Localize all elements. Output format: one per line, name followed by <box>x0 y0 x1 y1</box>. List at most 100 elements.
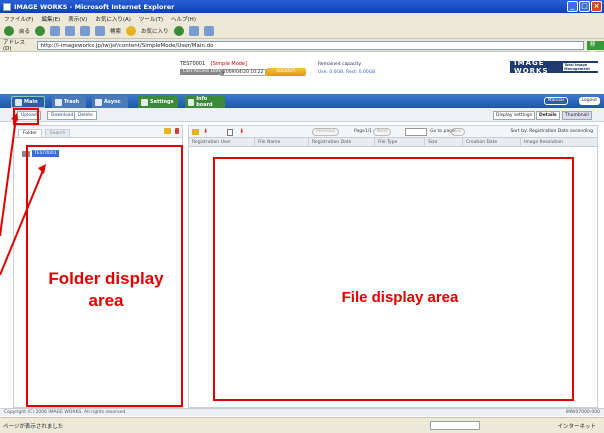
folder-pane-tabs: Folder Search <box>14 126 182 138</box>
stop-icon[interactable] <box>50 26 61 36</box>
settings-icon <box>141 98 148 106</box>
imageworks-logo: IMAGE WORKS Total Image Management <box>510 59 598 75</box>
folder-arrow-icon[interactable] <box>175 128 179 134</box>
menu-view[interactable]: 表示(V) <box>68 15 87 23</box>
trash-icon <box>55 98 62 106</box>
file-toolbar: ⬇ ⬇ Previous Page1/1 Next Go to page Go … <box>189 126 597 138</box>
menu-favorites[interactable]: お気に入り(A) <box>95 15 131 23</box>
favorites-icon[interactable] <box>126 26 137 36</box>
tab-search[interactable]: Search <box>44 129 71 137</box>
manual-button[interactable]: Manual <box>543 97 568 105</box>
last-access-value: 2009/04/20 10:22 <box>220 69 267 76</box>
go-button[interactable]: 移動 <box>587 40 604 57</box>
last-access-label: Last Access Date <box>180 69 225 75</box>
display-settings-button[interactable]: Display settings <box>493 111 535 120</box>
address-bar: アドレス(D) http://i-imageworks.jp/iw/jsf/co… <box>0 39 604 57</box>
tab-info-board[interactable]: Info board <box>185 96 225 108</box>
capacity-title: Remained capacity <box>318 62 361 67</box>
menu-help[interactable]: ヘルプ(H) <box>171 15 196 23</box>
logo-tag: Total Image Management <box>563 63 598 71</box>
window-titlebar: IMAGE WORKS - Microsoft Internet Explore… <box>0 0 604 13</box>
folder-area-annotation: Folder display area <box>48 269 164 310</box>
upload-highlight-box <box>13 108 39 125</box>
menu-edit[interactable]: 編集(E) <box>41 15 60 23</box>
tab-settings[interactable]: Settings <box>138 96 178 108</box>
main-tab-bar: Main Trash Async Settings Info board Man… <box>0 94 604 108</box>
sort-label[interactable]: Sort by: Registration Date ascending <box>510 129 593 134</box>
address-label: アドレス(D) <box>3 40 26 52</box>
tab-async[interactable]: Async <box>92 96 128 108</box>
next-page-button[interactable]: Next <box>373 128 392 136</box>
top-logout-button[interactable]: Logout <box>578 97 600 105</box>
page-indicator: Page1/1 <box>354 129 373 134</box>
download-button[interactable]: Download <box>47 111 78 120</box>
back-icon[interactable] <box>4 26 14 36</box>
file-table-header: Registration User File Name Registration… <box>189 138 597 147</box>
file-area-annotation: File display area <box>341 289 459 306</box>
tab-main[interactable]: Main <box>11 96 45 108</box>
delete-button[interactable]: Delete <box>74 111 97 120</box>
tab-folder[interactable]: Folder <box>18 129 42 137</box>
tab-settings-label: Settings <box>150 99 174 105</box>
search-icon[interactable] <box>95 26 106 36</box>
tab-async-label: Async <box>104 99 121 105</box>
status-text: ページが表示されました <box>3 423 64 430</box>
capacity-value: Use: 0.0GB, Rest: 0.00GB <box>318 70 376 75</box>
forward-icon[interactable] <box>35 26 46 36</box>
col-image-resolution[interactable]: Image Resolution <box>521 138 597 146</box>
mail-icon[interactable] <box>188 26 199 36</box>
minimize-button[interactable]: _ <box>567 1 578 12</box>
security-zone: インターネット <box>557 424 596 430</box>
new-folder-icon[interactable] <box>164 128 171 134</box>
window-title: IMAGE WORKS - Microsoft Internet Explore… <box>14 2 175 11</box>
user-info: TEST0001 [Simple Mode] <box>180 61 247 67</box>
col-file-type[interactable]: File Type <box>375 138 425 146</box>
action-bar: Upload Download Delete Display settings … <box>0 108 604 122</box>
home-icon <box>15 98 22 106</box>
previous-page-button[interactable]: Previous <box>312 128 340 136</box>
logout-button[interactable]: LOGOUT <box>266 68 306 76</box>
print-icon[interactable] <box>203 26 214 36</box>
folder-icon[interactable] <box>192 129 199 135</box>
details-view-button[interactable]: Details <box>536 111 560 120</box>
goto-page-button[interactable]: Go <box>451 128 466 136</box>
browser-toolbar: 戻る 検索 お気に入り <box>0 24 604 39</box>
tab-trash[interactable]: Trash <box>52 96 86 108</box>
home-icon[interactable] <box>80 26 91 36</box>
down-arrow-icon[interactable]: ⬇ <box>239 128 244 135</box>
goto-page-input[interactable] <box>405 128 427 136</box>
back-label[interactable]: 戻る <box>19 27 30 35</box>
thumbnail-view-button[interactable]: Thumbnail <box>562 111 592 120</box>
address-input[interactable]: http://i-imageworks.jp/iw/jsf/content/Si… <box>37 40 585 50</box>
info-icon <box>188 98 195 106</box>
col-registration-date[interactable]: Registration Date <box>309 138 375 146</box>
maximize-button[interactable]: □ <box>579 1 590 12</box>
user-id: TEST0001 <box>180 61 206 67</box>
app-header: TEST0001 [Simple Mode] Last Access Date … <box>0 52 604 94</box>
menu-bar: ファイル(F) 編集(E) 表示(V) お気に入り(A) ツール(T) ヘルプ(… <box>0 13 604 24</box>
tab-info-label: Info board <box>196 96 213 108</box>
history-icon[interactable] <box>173 26 184 36</box>
document-icon[interactable] <box>227 129 233 136</box>
app-footer: Copyright (C) 2006 IMAGE WORKS. All righ… <box>0 408 604 416</box>
col-creation-date[interactable]: Creation Date <box>463 138 521 146</box>
search-label[interactable]: 検索 <box>110 27 121 35</box>
tab-main-label: Main <box>24 99 38 105</box>
logo-text: IMAGE WORKS <box>514 59 549 75</box>
down-arrow-icon[interactable]: ⬇ <box>203 128 208 135</box>
menu-tools[interactable]: ツール(T) <box>139 15 163 23</box>
menu-file[interactable]: ファイル(F) <box>4 15 33 23</box>
refresh-icon[interactable] <box>65 26 76 36</box>
progress-slot <box>430 421 480 430</box>
copyright-text: Copyright (C) 2006 IMAGE WORKS. All righ… <box>4 410 127 415</box>
async-icon <box>95 98 102 106</box>
favorites-label[interactable]: お気に入り <box>141 27 169 35</box>
browser-status-bar: ページが表示されました インターネット <box>0 417 604 433</box>
col-size[interactable]: Size <box>425 138 463 146</box>
close-button[interactable]: × <box>591 1 602 12</box>
col-registration-user[interactable]: Registration User <box>189 138 255 146</box>
col-file-name[interactable]: File Name <box>255 138 309 146</box>
tab-trash-label: Trash <box>64 99 80 105</box>
screen-id: IMW07000-000 <box>565 410 600 415</box>
user-mode: [Simple Mode] <box>210 61 247 67</box>
